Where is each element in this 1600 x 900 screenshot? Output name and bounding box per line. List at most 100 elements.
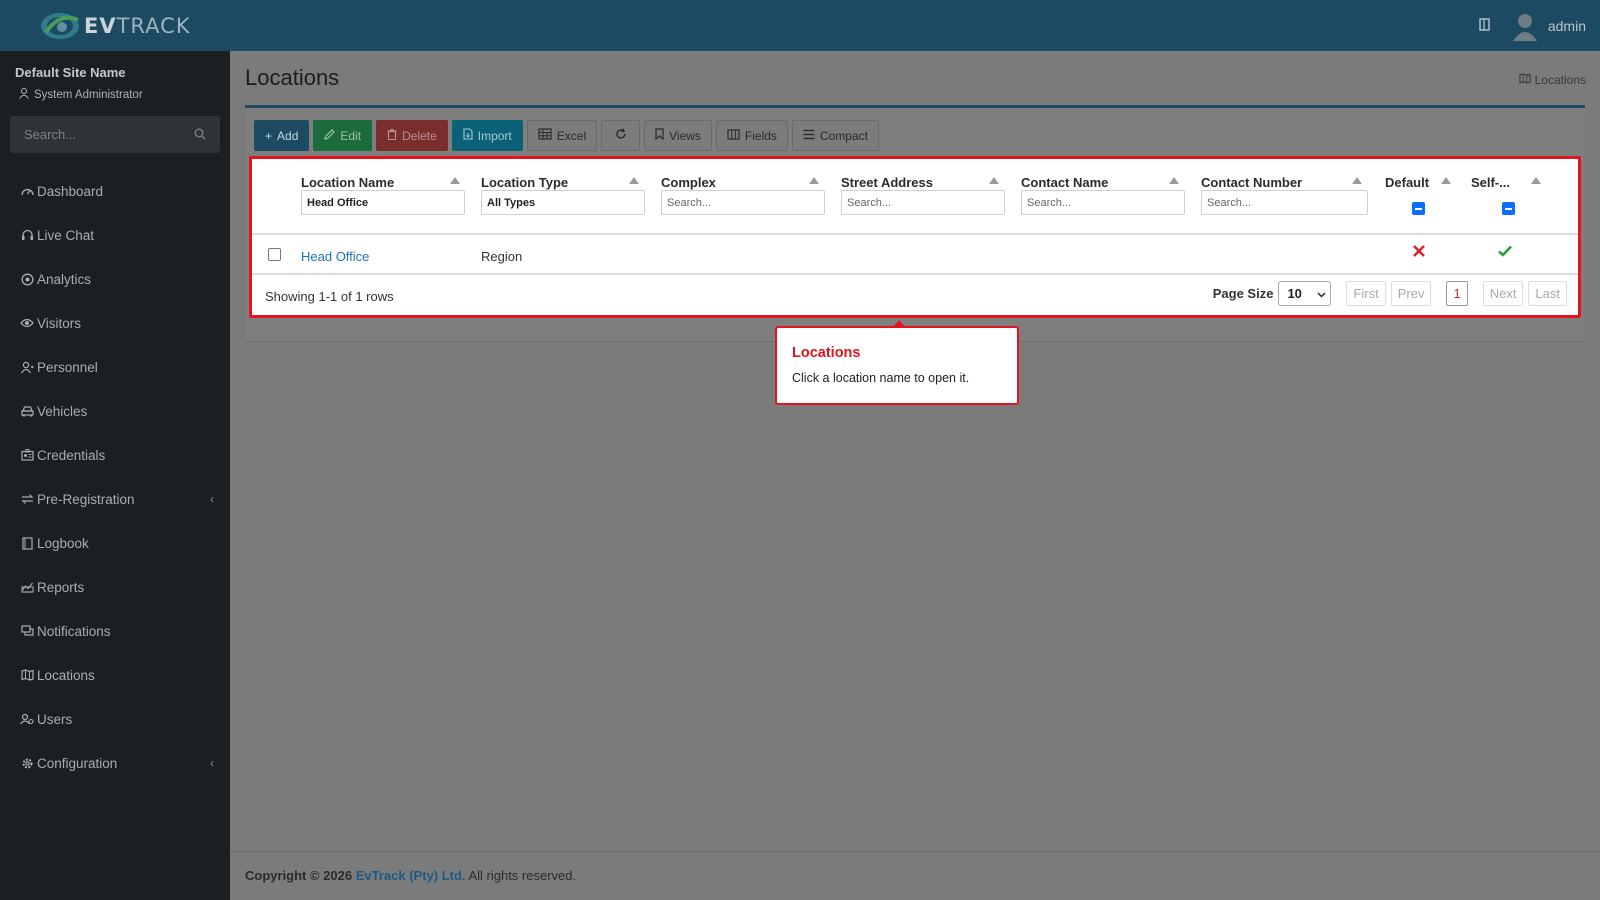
- next-page-button[interactable]: Next: [1482, 281, 1524, 306]
- headset-icon: [20, 228, 34, 242]
- row-checkbox[interactable]: [268, 248, 281, 261]
- user-tie-icon: [20, 360, 34, 374]
- sidebar-item-live-chat[interactable]: Live Chat: [0, 213, 230, 257]
- check-icon: [1497, 244, 1513, 261]
- edit-button[interactable]: Edit: [313, 120, 373, 151]
- first-page-button[interactable]: First: [1346, 281, 1386, 306]
- book-icon: [20, 536, 34, 550]
- current-page-button[interactable]: 1: [1446, 281, 1468, 306]
- sidebar-item-locations[interactable]: Locations: [0, 653, 230, 697]
- sort-icon[interactable]: [450, 177, 460, 184]
- sort-icon[interactable]: [1352, 177, 1362, 184]
- column-header-self[interactable]: Self-...: [1471, 175, 1510, 190]
- contact-number-filter[interactable]: [1201, 190, 1368, 215]
- file-import-icon: [463, 128, 473, 143]
- sidebar-item-notifications[interactable]: Notifications: [0, 609, 230, 653]
- company-link[interactable]: EvTrack (Pty) Ltd.: [356, 868, 466, 883]
- prev-page-button[interactable]: Prev: [1390, 281, 1432, 306]
- plus-icon: +: [265, 128, 273, 143]
- dashboard-icon: [20, 184, 34, 198]
- user-menu[interactable]: admin: [1512, 11, 1586, 41]
- contact-name-filter[interactable]: [1021, 190, 1185, 215]
- locations-card: + Add Edit Delete Import Excel Views Fiel…: [245, 105, 1585, 341]
- location-type-cell: Region: [481, 249, 523, 264]
- compact-button[interactable]: Compact: [791, 120, 879, 151]
- sort-icon[interactable]: [629, 177, 639, 184]
- map-icon: [20, 668, 34, 682]
- car-icon: [20, 404, 34, 418]
- row-count-text: Showing 1-1 of 1 rows: [265, 289, 394, 304]
- book-icon[interactable]: [1479, 17, 1490, 34]
- excel-button[interactable]: Excel: [526, 120, 598, 151]
- column-header-street-address[interactable]: Street Address: [841, 175, 933, 190]
- sidebar-search: [10, 116, 220, 153]
- logo-text: EVTRACK: [84, 13, 191, 38]
- location-name-filter[interactable]: [301, 190, 465, 215]
- locations-table: Location Name Location Type Complex Stre…: [249, 156, 1581, 318]
- logo-mark-icon: [38, 10, 84, 42]
- header-divider: [252, 233, 1578, 235]
- popover-body: Click a location name to open it.: [792, 371, 970, 385]
- bars-icon: [803, 129, 815, 143]
- site-name: Default Site Name: [15, 65, 126, 80]
- sort-icon[interactable]: [989, 177, 999, 184]
- sidebar-item-dashboard[interactable]: Dashboard: [0, 169, 230, 213]
- refresh-button[interactable]: [601, 120, 641, 151]
- location-name-link[interactable]: Head Office: [301, 249, 369, 264]
- sidebar-item-configuration[interactable]: Configuration ‹: [0, 741, 230, 785]
- complex-filter[interactable]: [661, 190, 825, 215]
- location-type-filter[interactable]: [481, 190, 645, 215]
- toolbar: + Add Edit Delete Import Excel Views Fiel…: [254, 120, 879, 151]
- column-header-default[interactable]: Default: [1385, 175, 1429, 190]
- sidebar-item-reports[interactable]: Reports: [0, 565, 230, 609]
- sidebar-item-logbook[interactable]: Logbook: [0, 521, 230, 565]
- default-filter-toggle[interactable]: [1412, 202, 1425, 215]
- sidebar-item-users[interactable]: Users: [0, 697, 230, 741]
- column-header-location-name[interactable]: Location Name: [301, 175, 394, 190]
- last-page-button[interactable]: Last: [1528, 281, 1567, 306]
- trash-icon: [387, 128, 397, 143]
- user-role: System Administrator: [19, 88, 143, 102]
- avatar: [1512, 11, 1538, 41]
- sidebar-item-analytics[interactable]: Analytics: [0, 257, 230, 301]
- id-card-icon: [20, 448, 34, 462]
- column-header-location-type[interactable]: Location Type: [481, 175, 568, 190]
- self-filter-toggle[interactable]: [1502, 202, 1515, 215]
- column-header-complex[interactable]: Complex: [661, 175, 716, 190]
- import-button[interactable]: Import: [451, 120, 523, 151]
- add-button[interactable]: + Add: [254, 120, 310, 151]
- bookmark-icon: [655, 128, 664, 143]
- columns-icon: [727, 128, 740, 143]
- sidebar-item-pre-registration[interactable]: Pre-Registration ‹: [0, 477, 230, 521]
- search-icon[interactable]: [194, 128, 206, 143]
- sidebar-item-credentials[interactable]: Credentials: [0, 433, 230, 477]
- page-footer: Copyright © 2026 EvTrack (Pty) Ltd. All …: [230, 851, 1600, 900]
- column-header-contact-name[interactable]: Contact Name: [1021, 175, 1108, 190]
- pagination: Page Size 10 First Prev 1 Next Last: [1213, 281, 1567, 306]
- sort-icon[interactable]: [1441, 177, 1451, 184]
- sidebar-nav: Dashboard Live Chat Analytics Visitors P…: [0, 169, 230, 785]
- breadcrumb[interactable]: Locations: [1519, 73, 1586, 87]
- delete-button[interactable]: Delete: [376, 120, 448, 151]
- sidebar-item-personnel[interactable]: Personnel: [0, 345, 230, 389]
- sort-icon[interactable]: [1531, 177, 1541, 184]
- top-header: EVTRACK admin: [0, 0, 1600, 51]
- column-header-contact-number[interactable]: Contact Number: [1201, 175, 1302, 190]
- refresh-icon: [615, 128, 627, 143]
- eye-icon: [20, 316, 34, 330]
- sidebar-search-input[interactable]: [10, 116, 190, 153]
- sidebar-item-visitors[interactable]: Visitors: [0, 301, 230, 345]
- page-size-select[interactable]: 10: [1278, 281, 1332, 306]
- chat-icon: [20, 624, 34, 638]
- logo[interactable]: EVTRACK: [0, 0, 230, 51]
- sort-icon[interactable]: [1169, 177, 1179, 184]
- user-icon: [19, 88, 29, 102]
- sort-icon[interactable]: [809, 177, 819, 184]
- fields-button[interactable]: Fields: [715, 120, 788, 151]
- cross-icon: [1412, 244, 1426, 261]
- gear-icon: [20, 756, 34, 770]
- sidebar-item-vehicles[interactable]: Vehicles: [0, 389, 230, 433]
- views-button[interactable]: Views: [644, 120, 712, 151]
- pencil-icon: [324, 128, 336, 143]
- street-address-filter[interactable]: [841, 190, 1005, 215]
